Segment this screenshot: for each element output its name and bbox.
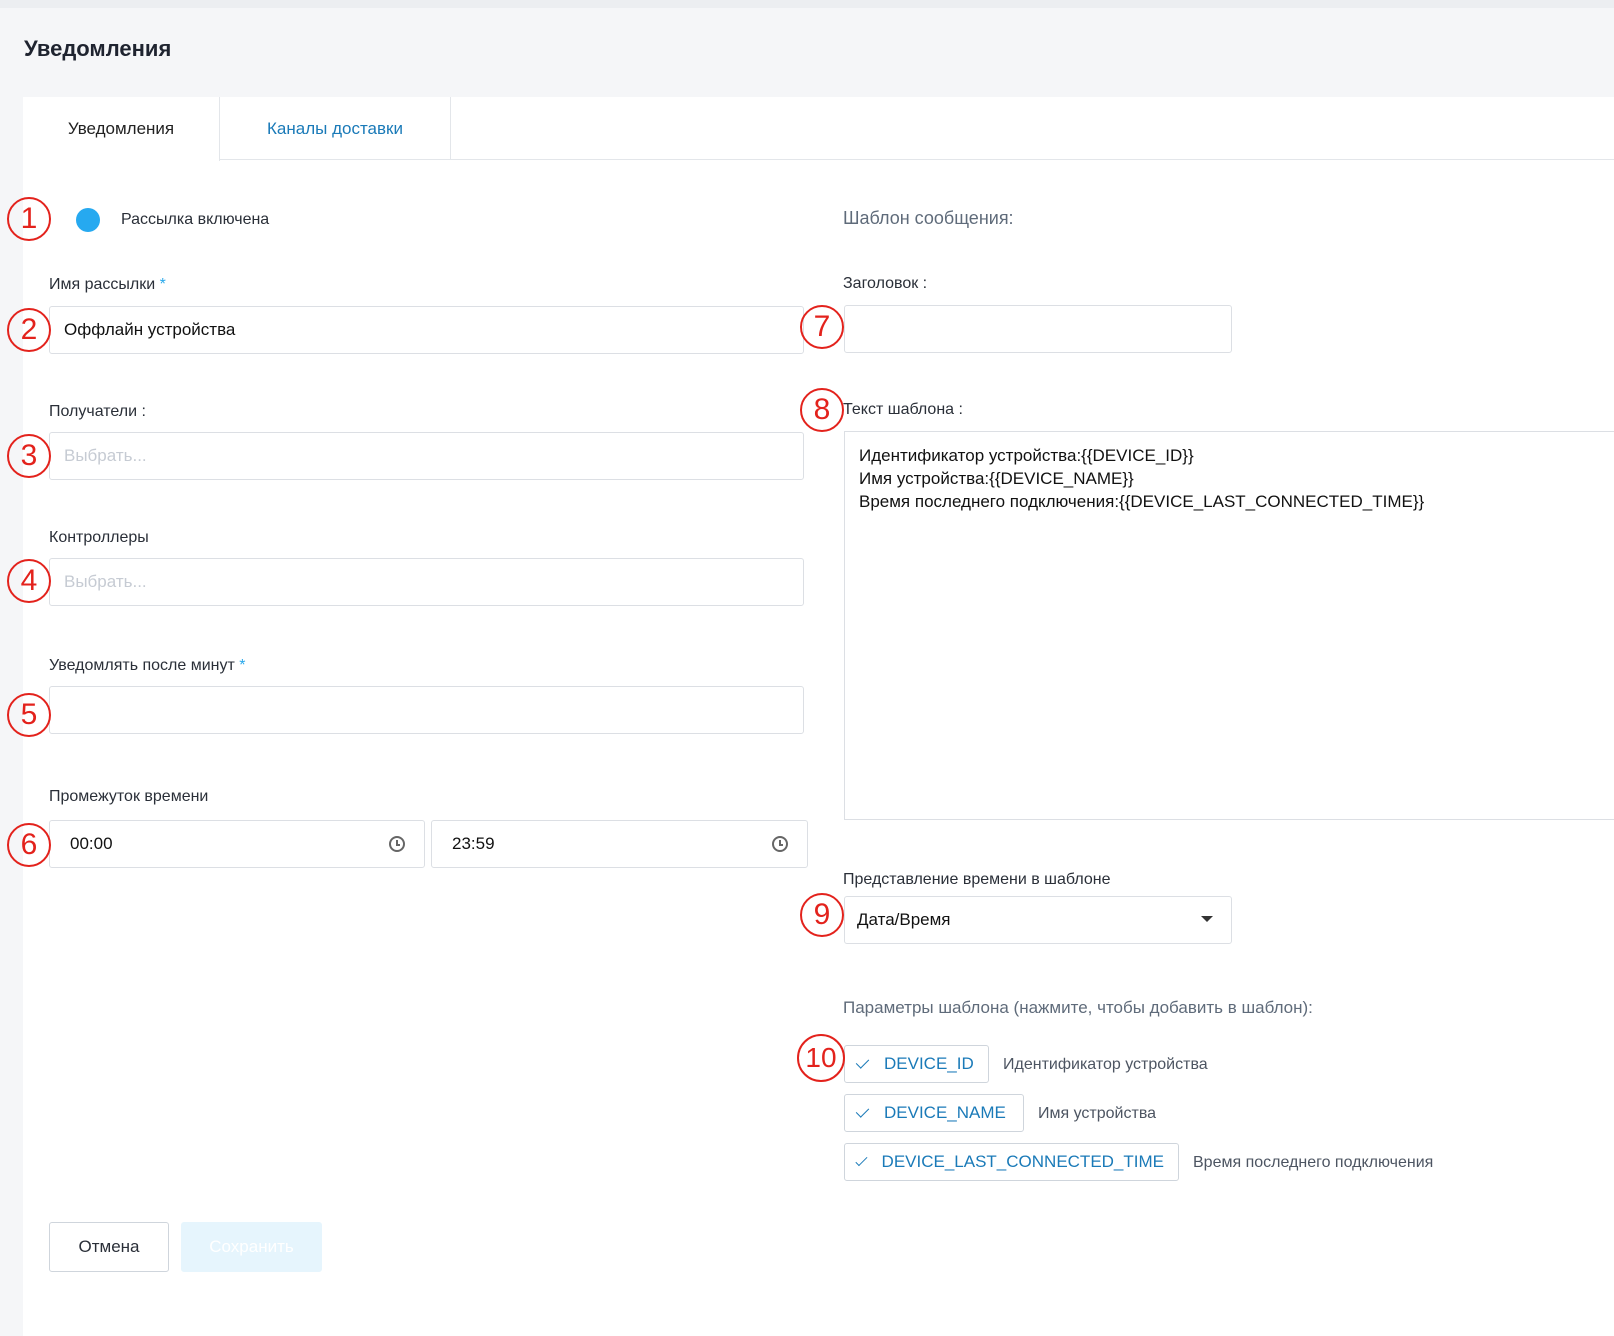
marker-7: 7 (800, 305, 844, 349)
header-label: Заголовок : (843, 275, 928, 292)
marker-9: 9 (800, 893, 844, 937)
page-title: Уведомления (24, 36, 172, 61)
mailing-name-value: Оффлайн устройства (64, 320, 236, 339)
marker-5: 5 (7, 693, 51, 737)
toggle-knob (76, 208, 100, 232)
param-chip-device-name[interactable]: DEVICE_NAME (844, 1094, 1024, 1132)
check-icon (855, 1103, 870, 1118)
controllers-select[interactable]: Выбрать... (49, 558, 804, 606)
template-text-line: Идентификатор устройства:{{DEVICE_ID}} (859, 446, 1194, 465)
marker-4: 4 (7, 559, 51, 603)
param-chip-device-id[interactable]: DEVICE_ID (844, 1045, 989, 1083)
time-from-value: 00:00 (70, 834, 113, 853)
marker-1: 1 (7, 197, 51, 241)
top-bar (0, 0, 1614, 8)
mailing-name-input[interactable]: Оффлайн устройства (49, 306, 804, 354)
recipients-label: Получатели : (49, 403, 146, 420)
param-chip-device-last-connected-time[interactable]: DEVICE_LAST_CONNECTED_TIME (844, 1143, 1179, 1181)
template-text-line: Имя устройства:{{DEVICE_NAME}} (859, 469, 1134, 488)
param-desc-device-last-connected-time: Время последнего подключения (1193, 1154, 1434, 1171)
save-button[interactable]: Сохранить (181, 1222, 322, 1272)
recipients-select[interactable]: Выбрать... (49, 432, 804, 480)
recipients-placeholder: Выбрать... (64, 446, 147, 465)
clock-icon[interactable] (389, 836, 405, 852)
time-to-value: 23:59 (452, 834, 495, 853)
cancel-button[interactable]: Отмена (49, 1222, 169, 1272)
check-icon (855, 1054, 870, 1069)
marker-3: 3 (7, 434, 51, 478)
time-format-value: Дата/Время (857, 910, 951, 929)
notify-after-label: Уведомлять после минут * (49, 657, 246, 674)
template-text-label: Текст шаблона : (843, 401, 963, 418)
clock-icon[interactable] (772, 836, 788, 852)
controllers-label: Контроллеры (49, 529, 149, 546)
param-desc-device-id: Идентификатор устройства (1003, 1056, 1208, 1073)
param-desc-device-name: Имя устройства (1038, 1105, 1157, 1122)
caret-down-icon (1201, 916, 1213, 922)
time-to-input[interactable]: 23:59 (431, 820, 808, 868)
marker-8: 8 (800, 388, 844, 432)
template-params-title: Параметры шаблона (нажмите, чтобы добави… (843, 998, 1313, 1017)
time-from-input[interactable]: 00:00 (49, 820, 425, 868)
template-text-area[interactable]: Идентификатор устройства:{{DEVICE_ID}} И… (844, 431, 1614, 820)
time-format-label: Представление времени в шаблоне (843, 871, 1111, 888)
mailing-enabled-toggle[interactable] (52, 206, 104, 234)
marker-2: 2 (7, 308, 51, 352)
time-range-label: Промежуток времени (49, 788, 209, 805)
tab-notifications[interactable]: Уведомления (23, 97, 220, 161)
toggle-label: Рассылка включена (121, 211, 270, 228)
header-input[interactable] (844, 305, 1232, 353)
template-section-title: Шаблон сообщения: (843, 208, 1014, 228)
mailing-name-label: Имя рассылки * (49, 276, 166, 293)
check-icon (855, 1153, 868, 1166)
time-format-select[interactable]: Дата/Время (844, 896, 1232, 944)
controllers-placeholder: Выбрать... (64, 572, 147, 591)
tab-delivery-channels[interactable]: Каналы доставки (220, 97, 451, 160)
notify-after-input[interactable] (49, 686, 804, 734)
template-text-line: Время последнего подключения:{{DEVICE_LA… (859, 492, 1425, 511)
marker-6: 6 (7, 823, 51, 867)
marker-10: 10 (797, 1034, 845, 1082)
